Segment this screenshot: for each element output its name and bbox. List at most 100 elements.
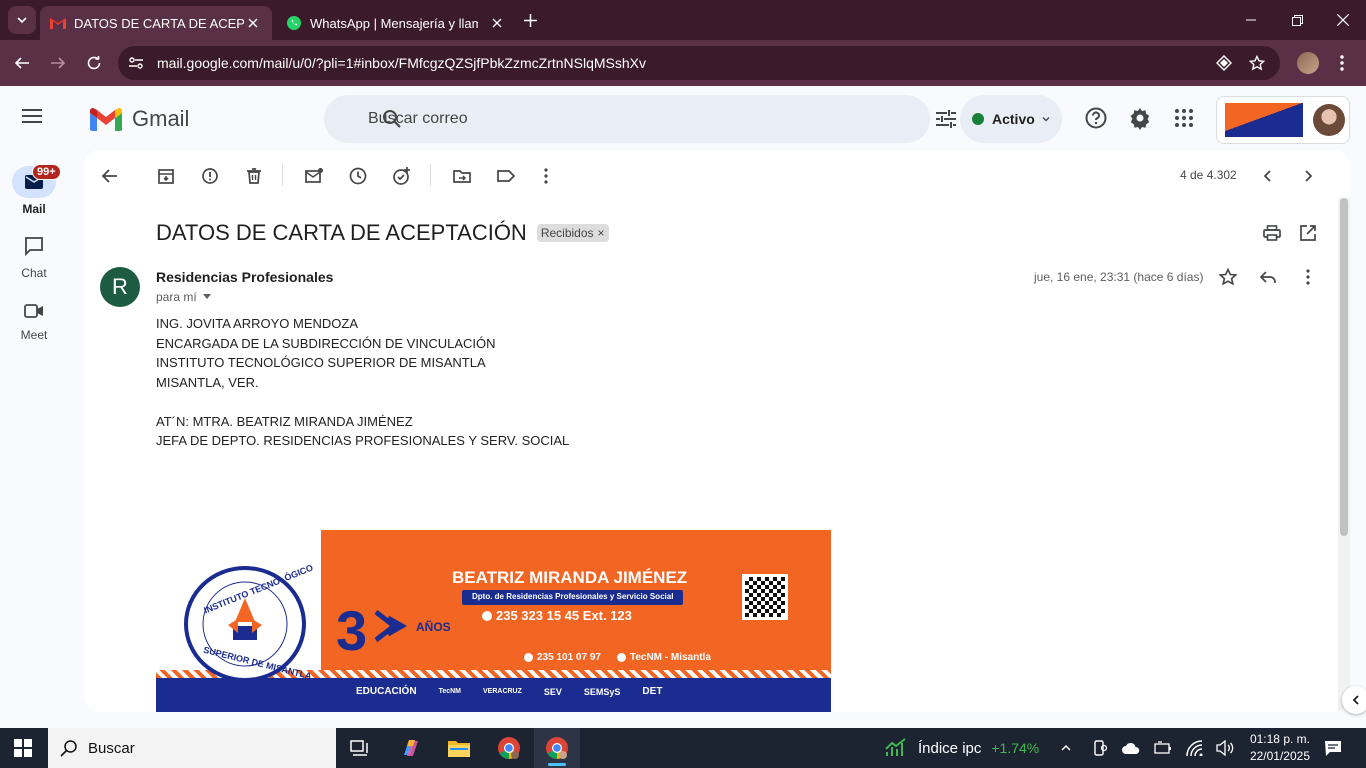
close-icon[interactable] [492,18,502,28]
scrollbar-thumb[interactable] [1340,198,1348,536]
help-button[interactable] [1084,106,1108,130]
footer-logos: EDUCACIÓN TecNM VERACRUZ SEV SEMSyS DET [356,686,662,697]
qr-code [742,574,788,620]
more-vert-icon [544,168,548,184]
restore-button[interactable] [1274,0,1320,40]
chrome-profile-button[interactable] [486,728,532,768]
notifications-button[interactable] [1312,728,1354,768]
close-icon [1337,14,1349,26]
restore-icon [1291,14,1303,26]
settings-button[interactable] [1128,106,1152,130]
sender-name[interactable]: Residencias Profesionales [156,269,333,285]
close-icon[interactable] [248,18,258,28]
address-bar[interactable]: mail.google.com/mail/u/0/?pli=1#inbox/FM… [118,46,1280,80]
phone-icon [482,610,492,621]
facebook-icon [616,653,626,662]
site-info-icon[interactable] [128,55,144,71]
rail-label: Meet [20,328,48,342]
search-bar[interactable]: Buscar correo [324,95,956,143]
chrome-icon [546,737,568,759]
labels-button[interactable] [496,166,516,186]
rail-label: Mail [22,202,46,216]
trash-icon [247,168,261,184]
tab-gmail[interactable]: DATOS DE CARTA DE ACEPTACIÓN [40,6,272,40]
tray-app-button[interactable] [1086,728,1114,768]
rail-item-chat[interactable]: Chat [0,236,68,280]
folder-icon [448,741,470,757]
taskbar-search-text: Buscar [88,739,135,757]
mark-unread-button[interactable] [304,166,324,186]
remove-label-icon[interactable]: × [598,226,605,240]
footer-logo-semsys: SEMSyS [583,686,621,697]
signature-phone2: 235 101 07 97 [537,652,601,663]
search-icon[interactable] [382,109,402,129]
main-menu-button[interactable] [22,108,46,128]
account-box[interactable] [1216,96,1350,144]
back-button[interactable] [10,51,34,75]
volume-button[interactable] [1210,728,1240,768]
archive-button[interactable] [156,166,176,186]
star-button[interactable] [1218,267,1238,287]
file-explorer-button[interactable] [436,728,482,768]
start-button[interactable] [0,728,46,768]
onedrive-button[interactable] [1116,728,1146,768]
copilot-icon [404,740,418,756]
reply-button[interactable] [1258,267,1278,287]
body-line: ING. JOVITA ARROYO MENDOZA [156,316,359,331]
clock[interactable]: 01:18 p. m. 22/01/2025 [1242,731,1310,765]
trend-up-icon [885,738,906,756]
recipient-toggle[interactable]: para mí [156,290,211,304]
toolbar-divider [430,164,431,186]
battery-button[interactable] [1148,728,1178,768]
rail-item-meet[interactable]: Meet [0,302,68,342]
task-view-button[interactable] [337,728,383,768]
status-selector[interactable]: Activo [960,95,1062,143]
snooze-button[interactable] [348,166,368,186]
stock-widget[interactable]: Índice ipc +1.74% [884,728,1039,768]
profile-avatar[interactable] [1297,52,1319,74]
open-new-window-button[interactable] [1298,223,1318,243]
scrollbar-track[interactable] [1338,198,1350,712]
more-actions-button[interactable] [536,166,556,186]
rail-item-mail[interactable]: 99+ Mail [0,164,68,216]
body-line: AT´N: MTRA. BEATRIZ MIRANDA JIMÉNEZ [156,413,413,429]
newer-button[interactable] [1258,166,1278,186]
delete-button[interactable] [244,166,264,186]
taskbar-search[interactable]: Buscar [48,728,336,768]
search-options-icon[interactable] [936,110,956,128]
add-task-button[interactable] [392,166,412,186]
copilot-button[interactable] [388,728,434,768]
open-in-new-icon [1300,225,1316,241]
move-to-button[interactable] [452,166,472,186]
print-button[interactable] [1262,223,1282,243]
close-window-button[interactable] [1320,0,1366,40]
network-button[interactable] [1180,728,1210,768]
back-to-inbox-button[interactable] [100,166,120,186]
sender-avatar[interactable]: R [100,267,140,307]
older-button[interactable] [1298,166,1318,186]
bookmark-star-icon[interactable] [1249,55,1265,71]
minimize-button[interactable] [1228,0,1274,40]
install-app-icon[interactable] [1216,55,1232,71]
chrome-icon [498,737,520,759]
new-tab-button[interactable] [518,8,542,32]
browser-menu-button[interactable] [1336,53,1348,73]
qr-pattern [745,577,785,617]
mark-unread-icon [305,168,323,183]
plus-icon [523,13,537,27]
tab-search-button[interactable] [8,6,36,34]
side-panel-toggle[interactable] [1342,686,1366,714]
show-hidden-icons-button[interactable] [1044,728,1088,768]
tab-whatsapp[interactable]: WhatsApp | Mensajería y llamad [276,6,512,40]
message-more-button[interactable] [1298,267,1318,287]
gmail-logo[interactable]: Gmail [90,106,189,132]
forward-button[interactable] [46,51,70,75]
reload-button[interactable] [82,51,106,75]
body-line [156,392,569,412]
report-spam-button[interactable] [200,166,220,186]
chrome-active-button[interactable] [534,728,580,768]
arrow-left-icon [101,169,117,183]
gear-icon [1130,108,1150,130]
more-vert-icon [1340,55,1344,71]
apps-button[interactable] [1174,108,1194,128]
